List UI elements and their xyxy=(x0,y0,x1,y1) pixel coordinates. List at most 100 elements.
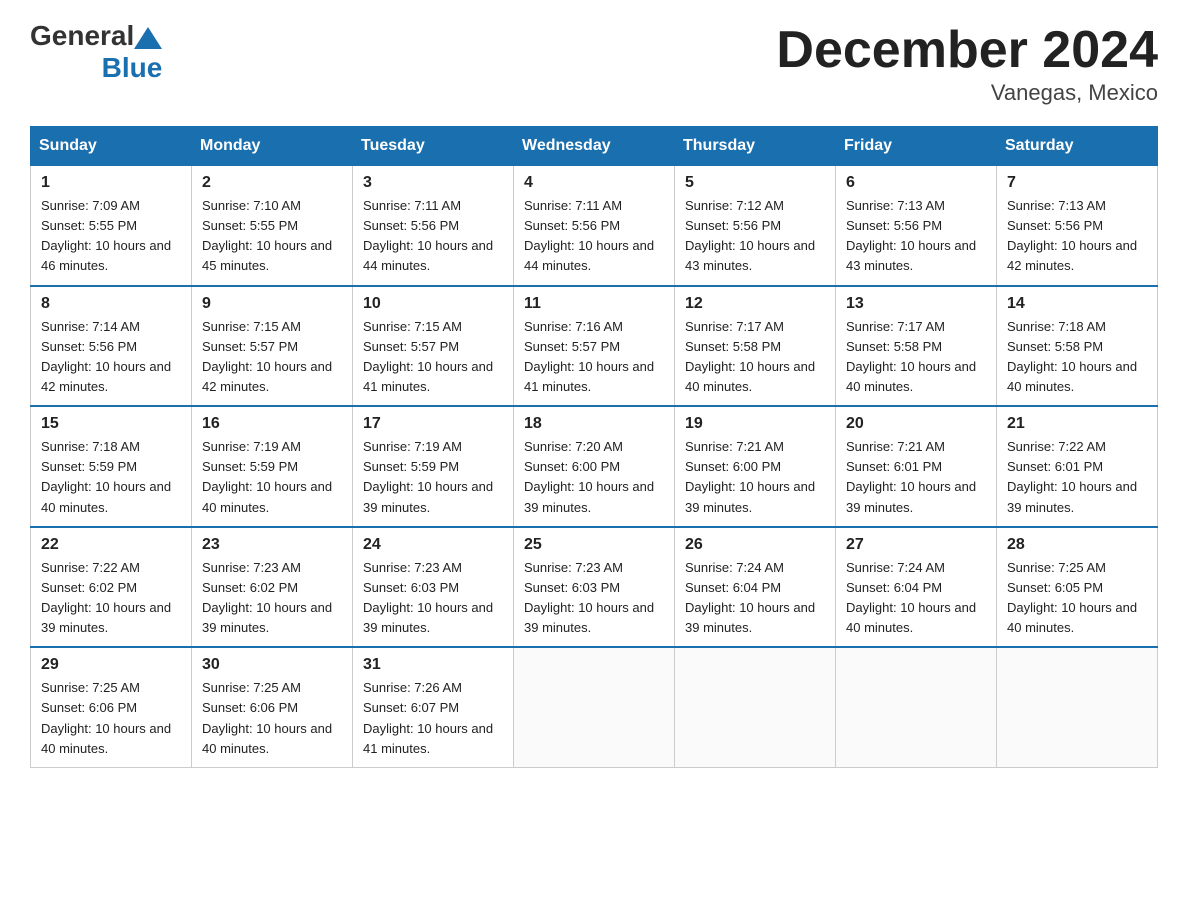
day-info: Sunrise: 7:15 AMSunset: 5:57 PMDaylight:… xyxy=(202,317,342,398)
day-number: 4 xyxy=(524,174,664,192)
day-number: 20 xyxy=(846,415,986,433)
day-number: 11 xyxy=(524,295,664,313)
day-info: Sunrise: 7:19 AMSunset: 5:59 PMDaylight:… xyxy=(202,437,342,518)
day-number: 27 xyxy=(846,536,986,554)
day-info: Sunrise: 7:19 AMSunset: 5:59 PMDaylight:… xyxy=(363,437,503,518)
table-row: 21 Sunrise: 7:22 AMSunset: 6:01 PMDayligh… xyxy=(997,406,1158,527)
table-row: 6 Sunrise: 7:13 AMSunset: 5:56 PMDaylight… xyxy=(836,166,997,286)
day-info: Sunrise: 7:14 AMSunset: 5:56 PMDaylight:… xyxy=(41,317,181,398)
day-info: Sunrise: 7:17 AMSunset: 5:58 PMDaylight:… xyxy=(846,317,986,398)
table-row: 25Sunrise: 7:23 AMSunset: 6:03 PMDayligh… xyxy=(514,527,675,648)
table-row: 26 Sunrise: 7:24 AMSunset: 6:04 PMDayligh… xyxy=(675,527,836,648)
table-row xyxy=(836,647,997,767)
logo-general-text: General xyxy=(30,20,134,52)
day-number: 6 xyxy=(846,174,986,192)
table-row: 13Sunrise: 7:17 AMSunset: 5:58 PMDayligh… xyxy=(836,286,997,407)
day-info: Sunrise: 7:26 AMSunset: 6:07 PMDaylight:… xyxy=(363,678,503,759)
title-section: December 2024 Vanegas, Mexico xyxy=(776,20,1158,106)
table-row: 11 Sunrise: 7:16 AMSunset: 5:57 PMDayligh… xyxy=(514,286,675,407)
day-info: Sunrise: 7:15 AMSunset: 5:57 PMDaylight:… xyxy=(363,317,503,398)
calendar-week-row: 22Sunrise: 7:22 AMSunset: 6:02 PMDayligh… xyxy=(31,527,1158,648)
header-monday: Monday xyxy=(192,127,353,166)
page-header: General Blue December 2024 Vanegas, Mexi… xyxy=(30,20,1158,106)
table-row: 7Sunrise: 7:13 AMSunset: 5:56 PMDaylight… xyxy=(997,166,1158,286)
day-number: 28 xyxy=(1007,536,1147,554)
day-number: 24 xyxy=(363,536,503,554)
calendar-header-row: Sunday Monday Tuesday Wednesday Thursday… xyxy=(31,127,1158,166)
day-info: Sunrise: 7:16 AMSunset: 5:57 PMDaylight:… xyxy=(524,317,664,398)
logo: General Blue xyxy=(30,20,162,84)
header-thursday: Thursday xyxy=(675,127,836,166)
table-row: 16 Sunrise: 7:19 AMSunset: 5:59 PMDayligh… xyxy=(192,406,353,527)
table-row: 27 Sunrise: 7:24 AMSunset: 6:04 PMDayligh… xyxy=(836,527,997,648)
table-row: 12 Sunrise: 7:17 AMSunset: 5:58 PMDayligh… xyxy=(675,286,836,407)
day-info: Sunrise: 7:23 AMSunset: 6:03 PMDaylight:… xyxy=(524,558,664,639)
day-number: 18 xyxy=(524,415,664,433)
day-info: Sunrise: 7:24 AMSunset: 6:04 PMDaylight:… xyxy=(685,558,825,639)
location: Vanegas, Mexico xyxy=(776,80,1158,106)
day-info: Sunrise: 7:22 AMSunset: 6:01 PMDaylight:… xyxy=(1007,437,1147,518)
day-info: Sunrise: 7:13 AMSunset: 5:56 PMDaylight:… xyxy=(846,196,986,277)
day-info: Sunrise: 7:25 AMSunset: 6:06 PMDaylight:… xyxy=(202,678,342,759)
table-row: 31 Sunrise: 7:26 AMSunset: 6:07 PMDayligh… xyxy=(353,647,514,767)
day-info: Sunrise: 7:21 AMSunset: 6:01 PMDaylight:… xyxy=(846,437,986,518)
day-number: 2 xyxy=(202,174,342,192)
day-info: Sunrise: 7:23 AMSunset: 6:02 PMDaylight:… xyxy=(202,558,342,639)
table-row: 22Sunrise: 7:22 AMSunset: 6:02 PMDayligh… xyxy=(31,527,192,648)
table-row: 30Sunrise: 7:25 AMSunset: 6:06 PMDayligh… xyxy=(192,647,353,767)
day-number: 19 xyxy=(685,415,825,433)
day-number: 10 xyxy=(363,295,503,313)
calendar-table: Sunday Monday Tuesday Wednesday Thursday… xyxy=(30,126,1158,768)
day-number: 9 xyxy=(202,295,342,313)
month-title: December 2024 xyxy=(776,20,1158,80)
table-row: 29 Sunrise: 7:25 AMSunset: 6:06 PMDayligh… xyxy=(31,647,192,767)
header-friday: Friday xyxy=(836,127,997,166)
day-number: 31 xyxy=(363,656,503,674)
day-info: Sunrise: 7:20 AMSunset: 6:00 PMDaylight:… xyxy=(524,437,664,518)
day-number: 21 xyxy=(1007,415,1147,433)
day-number: 7 xyxy=(1007,174,1147,192)
table-row: 3Sunrise: 7:11 AMSunset: 5:56 PMDaylight… xyxy=(353,166,514,286)
day-number: 5 xyxy=(685,174,825,192)
day-number: 1 xyxy=(41,174,181,192)
table-row: 8 Sunrise: 7:14 AMSunset: 5:56 PMDaylight… xyxy=(31,286,192,407)
day-number: 15 xyxy=(41,415,181,433)
table-row: 18 Sunrise: 7:20 AMSunset: 6:00 PMDayligh… xyxy=(514,406,675,527)
day-number: 16 xyxy=(202,415,342,433)
table-row: 5 Sunrise: 7:12 AMSunset: 5:56 PMDaylight… xyxy=(675,166,836,286)
day-number: 8 xyxy=(41,295,181,313)
day-info: Sunrise: 7:21 AMSunset: 6:00 PMDaylight:… xyxy=(685,437,825,518)
day-number: 26 xyxy=(685,536,825,554)
day-info: Sunrise: 7:17 AMSunset: 5:58 PMDaylight:… xyxy=(685,317,825,398)
table-row xyxy=(997,647,1158,767)
day-number: 29 xyxy=(41,656,181,674)
logo-triangle-icon xyxy=(134,27,162,49)
header-wednesday: Wednesday xyxy=(514,127,675,166)
table-row: 17 Sunrise: 7:19 AMSunset: 5:59 PMDayligh… xyxy=(353,406,514,527)
calendar-week-row: 8 Sunrise: 7:14 AMSunset: 5:56 PMDaylight… xyxy=(31,286,1158,407)
day-info: Sunrise: 7:24 AMSunset: 6:04 PMDaylight:… xyxy=(846,558,986,639)
table-row: 2Sunrise: 7:10 AMSunset: 5:55 PMDaylight… xyxy=(192,166,353,286)
table-row: 28 Sunrise: 7:25 AMSunset: 6:05 PMDayligh… xyxy=(997,527,1158,648)
day-number: 14 xyxy=(1007,295,1147,313)
day-info: Sunrise: 7:25 AMSunset: 6:06 PMDaylight:… xyxy=(41,678,181,759)
table-row: 9 Sunrise: 7:15 AMSunset: 5:57 PMDaylight… xyxy=(192,286,353,407)
table-row: 19 Sunrise: 7:21 AMSunset: 6:00 PMDayligh… xyxy=(675,406,836,527)
table-row xyxy=(514,647,675,767)
calendar-week-row: 1Sunrise: 7:09 AMSunset: 5:55 PMDaylight… xyxy=(31,166,1158,286)
header-tuesday: Tuesday xyxy=(353,127,514,166)
day-info: Sunrise: 7:11 AMSunset: 5:56 PMDaylight:… xyxy=(524,196,664,277)
header-saturday: Saturday xyxy=(997,127,1158,166)
day-info: Sunrise: 7:11 AMSunset: 5:56 PMDaylight:… xyxy=(363,196,503,277)
calendar-week-row: 29 Sunrise: 7:25 AMSunset: 6:06 PMDayligh… xyxy=(31,647,1158,767)
day-info: Sunrise: 7:12 AMSunset: 5:56 PMDaylight:… xyxy=(685,196,825,277)
calendar-week-row: 15Sunrise: 7:18 AMSunset: 5:59 PMDayligh… xyxy=(31,406,1158,527)
table-row: 20 Sunrise: 7:21 AMSunset: 6:01 PMDayligh… xyxy=(836,406,997,527)
header-sunday: Sunday xyxy=(31,127,192,166)
table-row: 1Sunrise: 7:09 AMSunset: 5:55 PMDaylight… xyxy=(31,166,192,286)
day-number: 17 xyxy=(363,415,503,433)
day-info: Sunrise: 7:23 AMSunset: 6:03 PMDaylight:… xyxy=(363,558,503,639)
day-number: 12 xyxy=(685,295,825,313)
table-row: 24 Sunrise: 7:23 AMSunset: 6:03 PMDayligh… xyxy=(353,527,514,648)
day-info: Sunrise: 7:25 AMSunset: 6:05 PMDaylight:… xyxy=(1007,558,1147,639)
